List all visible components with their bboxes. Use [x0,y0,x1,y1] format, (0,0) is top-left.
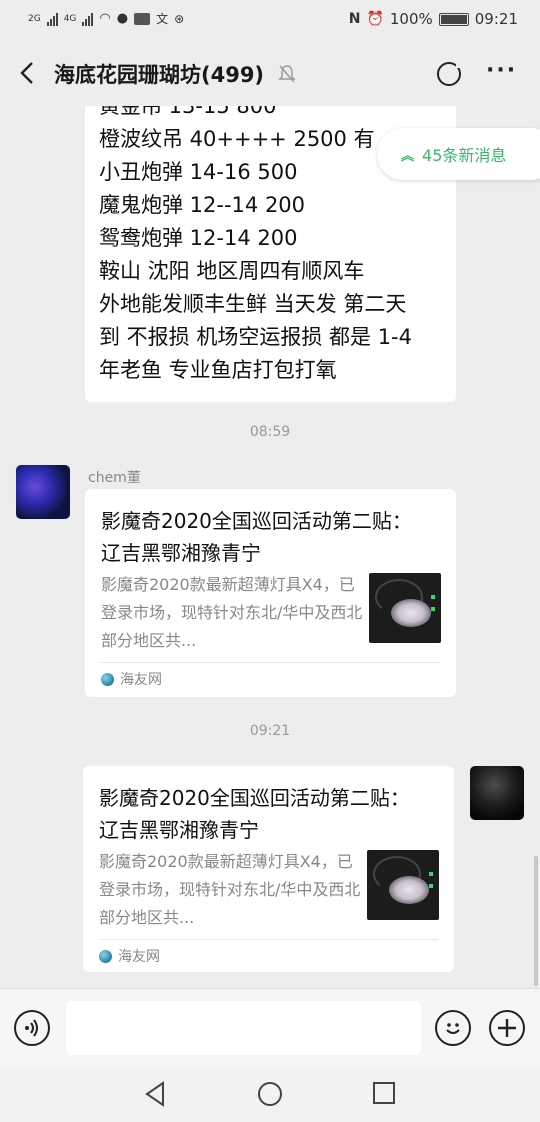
signal-icon-2 [82,12,94,26]
news-icon [134,12,151,25]
avatar[interactable] [16,465,70,519]
card-description: 影魔奇2020款最新超薄灯具X4，已登录市场，现特针对东北/华中及西北部分地区共… [99,852,361,927]
nfc-icon: N [348,11,361,27]
card-source: 海友网 [99,946,160,966]
input-bar [0,988,540,1068]
link-card[interactable]: 影魔奇2020全国巡回活动第二贴： 辽吉黑鄂湘豫青宁 影魔奇2020款最新超薄灯… [83,766,454,972]
card-thumbnail [367,850,439,920]
voice-input-icon[interactable] [14,1010,50,1046]
card-divider [101,662,440,663]
status-bar: 2G 4G ◠ ● 文 ⊛ N ⏰ 100% 09:21 [0,0,540,40]
wifi-icon: ◠ [99,11,111,26]
message-line: 魔鬼炮弹 12--14 200 [99,193,306,217]
card-source-label: 海友网 [120,672,162,688]
network-2g-label: 2G [28,13,41,24]
nav-back-icon[interactable] [143,1081,167,1107]
message-line: 鸳鸯炮弹 12-14 200 [99,226,298,250]
message-input[interactable] [66,1001,421,1055]
chat-bubble-icon: ● [116,11,129,26]
timestamp: 09:21 [249,723,291,739]
card-title: 影魔奇2020全国巡回活动第二贴： 辽吉黑鄂湘豫青宁 [101,509,412,565]
card-source: 海友网 [101,669,162,689]
clock-time: 09:21 [474,10,518,28]
system-nav-bar [0,1068,540,1122]
alarm-icon: ⏰ [366,11,384,27]
message-line: 年老鱼 专业鱼店打包打氧 [99,358,337,382]
nav-recents-icon[interactable] [372,1081,396,1105]
message-line: 到 不报损 机场空运报损 都是 1-4 [99,325,412,349]
card-title: 影魔奇2020全国巡回活动第二贴： 辽吉黑鄂湘豫青宁 [99,786,410,842]
avatar[interactable] [470,766,524,820]
chat-area[interactable]: 黄金吊 13-15 800 橙波纹吊 40++++ 2500 有 小丑炮弹 14… [0,106,540,988]
smiley-icon [446,1023,460,1034]
emoji-icon[interactable] [435,1010,471,1046]
message-line: 鞍山 沈阳 地区周四有顺风车 [99,259,365,283]
card-thumbnail [369,573,441,643]
mini-program-icon[interactable] [437,61,463,86]
sender-name: chem董 [88,470,141,486]
add-icon [498,1019,516,1037]
scrollbar[interactable] [534,856,538,986]
shield-icon: ⊛ [174,11,185,26]
timestamp: 08:59 [249,424,291,440]
signal-icon [46,12,58,26]
double-chevron-up-icon: ︽ [401,148,415,164]
sound-wave-icon [25,1019,38,1037]
source-logo-icon [101,672,114,686]
back-arrow-icon[interactable] [16,60,40,86]
battery-percent: 100% [389,10,433,28]
new-messages-label: 45条新消息 [422,146,507,165]
card-description: 影魔奇2020款最新超薄灯具X4，已登录市场，现特针对东北/华中及西北部分地区共… [101,575,363,650]
new-messages-pill[interactable]: ︽ 45条新消息 [377,128,540,180]
chat-header: 海底花园珊瑚坊(499) ··· [0,40,540,106]
network-4g-label: 4G [63,13,77,24]
link-card[interactable]: 影魔奇2020全国巡回活动第二贴： 辽吉黑鄂湘豫青宁 影魔奇2020款最新超薄灯… [85,489,456,697]
bell-slash-icon [278,65,296,83]
translate-icon: 文 [156,12,169,26]
nav-home-icon[interactable] [257,1081,283,1107]
more-options-icon[interactable]: ··· [486,58,517,83]
card-divider [99,939,438,940]
source-logo-icon [99,949,112,963]
battery-icon [438,12,469,26]
card-source-label: 海友网 [118,949,160,965]
message-line: 黄金吊 13-15 800 [99,106,277,118]
message-line: 外地能发顺丰生鲜 当天发 第二天 [99,292,407,316]
plus-icon[interactable] [489,1010,525,1046]
chat-title: 海底花园珊瑚坊(499) [54,63,265,87]
